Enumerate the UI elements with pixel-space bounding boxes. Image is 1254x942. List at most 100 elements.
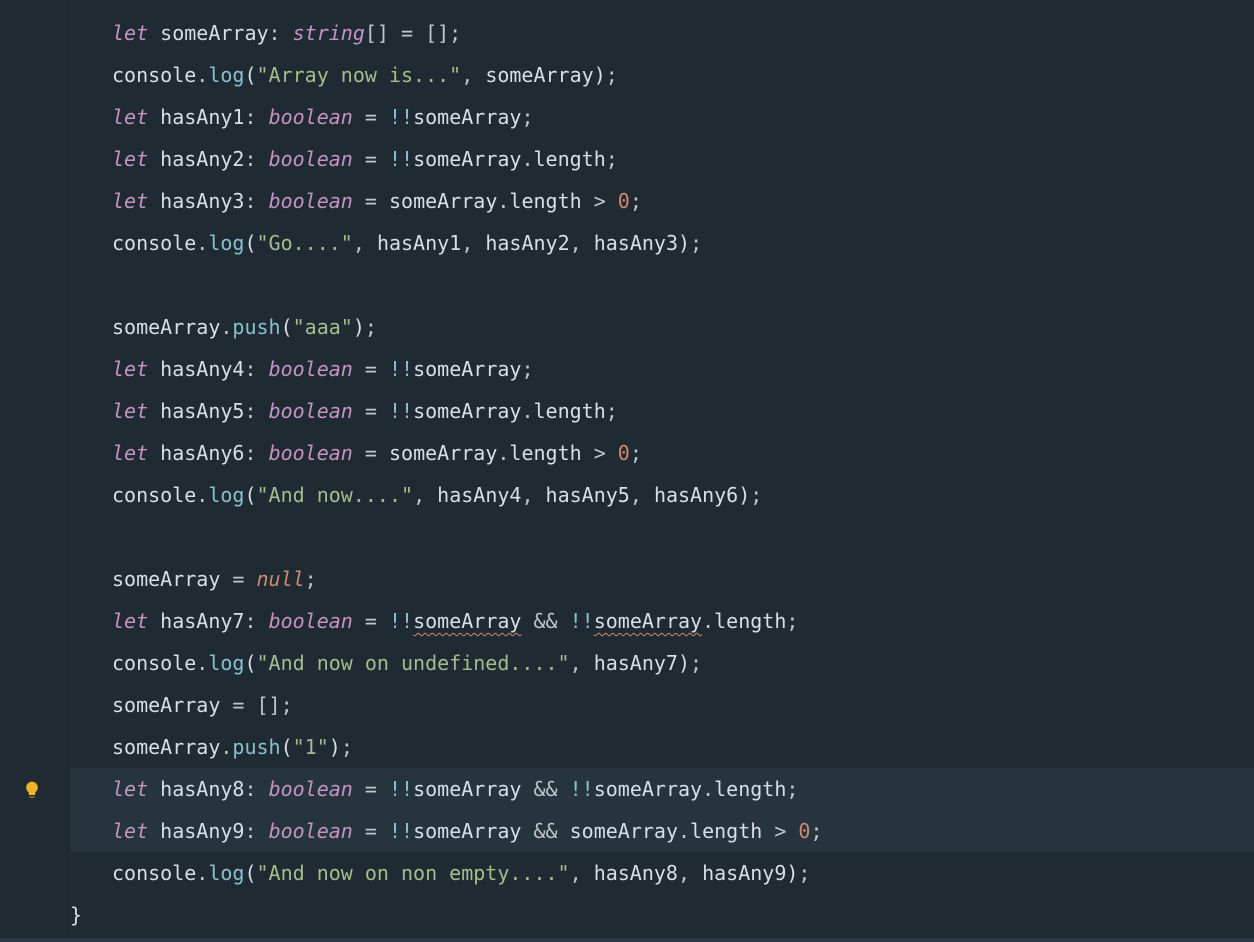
code-token: ;	[305, 567, 317, 591]
code-token: ;	[606, 399, 618, 423]
code-token: log	[208, 231, 244, 255]
code-line[interactable]	[70, 516, 1254, 558]
code-token: hasAny2	[160, 147, 244, 171]
code-token: :	[244, 819, 268, 843]
code-line[interactable]: someArray = null;	[70, 558, 1254, 600]
code-token: =	[353, 819, 389, 843]
code-token: (	[281, 735, 293, 759]
code-token: )	[786, 861, 798, 885]
code-token: hasAny7	[160, 609, 244, 633]
code-token: ,	[570, 651, 594, 675]
code-token: :	[244, 357, 268, 381]
code-token: push	[232, 315, 280, 339]
code-token: length	[509, 441, 581, 465]
code-token: :	[244, 399, 268, 423]
code-token: .	[702, 609, 714, 633]
code-line[interactable]: }	[70, 894, 1254, 936]
code-token: =	[353, 147, 389, 171]
code-line[interactable]: let hasAny3: boolean = someArray.length …	[70, 180, 1254, 222]
code-token: :	[244, 441, 268, 465]
code-line[interactable]: let hasAny5: boolean = !!someArray.lengt…	[70, 390, 1254, 432]
editor-gutter	[0, 0, 71, 936]
code-token: length	[534, 399, 606, 423]
code-token: !!	[389, 399, 413, 423]
code-token: boolean	[269, 399, 353, 423]
code-token: (	[244, 231, 256, 255]
code-token: console	[112, 231, 196, 255]
code-token: console	[112, 651, 196, 675]
code-token: :	[244, 609, 268, 633]
code-token: !!	[389, 357, 413, 381]
code-line[interactable]: let hasAny6: boolean = someArray.length …	[70, 432, 1254, 474]
code-token: ,	[570, 861, 594, 885]
code-token: someArray	[594, 777, 702, 801]
code-line[interactable]: console.log("And now on undefined....", …	[70, 642, 1254, 684]
code-token: length	[714, 609, 786, 633]
code-token: ;	[786, 777, 798, 801]
code-line[interactable]: console.log("And now on non empty....", …	[70, 852, 1254, 894]
code-token: hasAny2	[485, 231, 569, 255]
code-token: =	[353, 399, 389, 423]
code-token: string	[293, 21, 365, 45]
code-line[interactable]: let someArray: string[] = [];	[70, 12, 1254, 54]
code-token: let	[112, 105, 160, 129]
code-line[interactable]: let hasAny1: boolean = !!someArray;	[70, 96, 1254, 138]
code-token: )	[678, 231, 690, 255]
code-token: let	[112, 777, 160, 801]
code-token: )	[594, 63, 606, 87]
code-token: hasAny5	[546, 483, 630, 507]
code-token: console	[112, 861, 196, 885]
code-token: boolean	[269, 357, 353, 381]
code-line[interactable]: console.log("Array now is...", someArray…	[70, 54, 1254, 96]
code-token: someArray	[570, 819, 678, 843]
code-token: !!	[389, 147, 413, 171]
code-token: let	[112, 21, 160, 45]
code-line[interactable]: let hasAny8: boolean = !!someArray && !!…	[70, 768, 1254, 810]
lightbulb-icon[interactable]	[22, 772, 42, 792]
code-token: )	[738, 483, 750, 507]
code-token: ,	[413, 483, 437, 507]
code-token: let	[112, 357, 160, 381]
code-token: hasAny1	[160, 105, 244, 129]
code-line[interactable]: let hasAny2: boolean = !!someArray.lengt…	[70, 138, 1254, 180]
code-token: let	[112, 399, 160, 423]
code-line[interactable]: someArray.push("aaa");	[70, 306, 1254, 348]
code-token: log	[208, 63, 244, 87]
code-editor[interactable]: let someArray: string[] = [];console.log…	[0, 0, 1254, 936]
code-token: hasAny1	[377, 231, 461, 255]
code-line[interactable]: let hasAny9: boolean = !!someArray && so…	[70, 810, 1254, 852]
code-token: boolean	[269, 819, 353, 843]
code-token: =	[353, 609, 389, 633]
code-token: boolean	[269, 189, 353, 213]
code-line[interactable]: someArray = [];	[70, 684, 1254, 726]
code-token: boolean	[269, 609, 353, 633]
code-token: log	[208, 483, 244, 507]
code-token: ;	[630, 189, 642, 213]
code-line[interactable]: someArray.push("1");	[70, 726, 1254, 768]
code-token: &&	[521, 609, 569, 633]
code-line[interactable]: console.log("Go....", hasAny1, hasAny2, …	[70, 222, 1254, 264]
code-token: ;	[365, 315, 377, 339]
code-token: =	[353, 777, 389, 801]
code-line[interactable]: console.log("And now....", hasAny4, hasA…	[70, 474, 1254, 516]
code-token: someArray	[413, 105, 521, 129]
code-token: ;	[521, 105, 533, 129]
code-line[interactable]: let hasAny7: boolean = !!someArray && !!…	[70, 600, 1254, 642]
code-token: hasAny7	[594, 651, 678, 675]
code-token: ;	[786, 609, 798, 633]
code-token: )	[353, 315, 365, 339]
code-token: let	[112, 189, 160, 213]
code-token: >	[582, 441, 618, 465]
code-token: >	[762, 819, 798, 843]
code-area[interactable]: let someArray: string[] = [];console.log…	[70, 12, 1254, 936]
code-token: :	[244, 189, 268, 213]
code-token: hasAny8	[160, 777, 244, 801]
code-token: !!	[389, 105, 413, 129]
code-token: ,	[461, 231, 485, 255]
code-line[interactable]	[70, 264, 1254, 306]
code-token: someArray	[413, 357, 521, 381]
code-token: someArray	[160, 21, 268, 45]
code-line[interactable]: let hasAny4: boolean = !!someArray;	[70, 348, 1254, 390]
code-token: "aaa"	[293, 315, 353, 339]
code-token: 0	[798, 819, 810, 843]
